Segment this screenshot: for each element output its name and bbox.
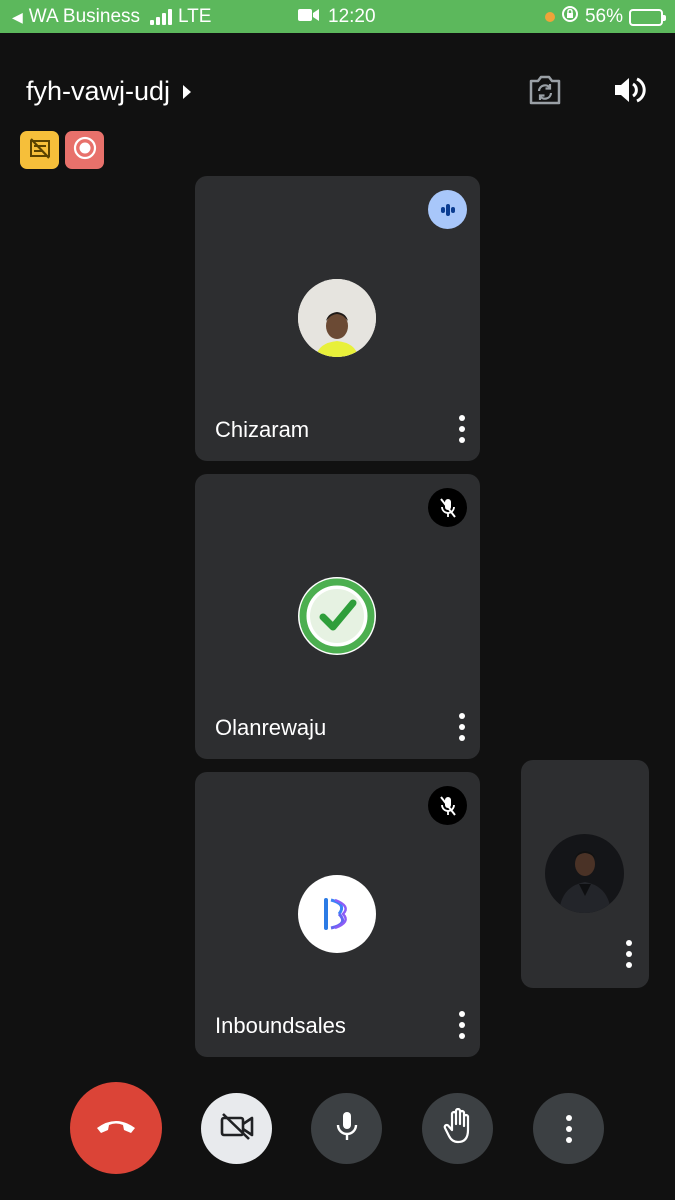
more-options-icon[interactable] — [623, 940, 635, 968]
rotation-lock-icon — [561, 5, 579, 29]
recording-badge[interactable] — [65, 131, 104, 169]
avatar — [298, 577, 376, 655]
status-bar-left[interactable]: ◀ WA Business LTE — [12, 6, 211, 28]
hang-up-icon — [95, 1116, 137, 1141]
back-app-label[interactable]: WA Business — [29, 6, 140, 28]
self-view-tile[interactable] — [521, 760, 649, 988]
no-captions-icon — [28, 136, 52, 165]
switch-camera-icon — [527, 74, 563, 111]
switch-camera-button[interactable] — [525, 72, 565, 112]
camera-toggle-button[interactable] — [201, 1093, 272, 1164]
avatar — [298, 279, 376, 357]
more-options-icon[interactable] — [456, 713, 468, 741]
more-options-button[interactable] — [533, 1093, 604, 1164]
clock: 12:20 — [328, 6, 376, 27]
participant-name: Inboundsales — [215, 1013, 346, 1038]
meeting-code[interactable]: fyh-vawj-udj — [26, 76, 170, 107]
status-bar-right: 56% — [544, 5, 666, 29]
battery-icon — [629, 8, 666, 26]
microphone-icon — [335, 1110, 359, 1147]
raise-hand-button[interactable] — [422, 1093, 493, 1164]
status-bar-center: 12:20 — [298, 6, 376, 28]
battery-percent: 56% — [584, 6, 623, 27]
participant-name: Chizaram — [215, 417, 310, 442]
participant-tile-chizaram[interactable]: Chizaram — [195, 176, 480, 461]
chevron-right-icon[interactable] — [182, 76, 192, 107]
raise-hand-icon — [443, 1107, 473, 1149]
avatar — [298, 875, 376, 953]
end-call-button[interactable] — [70, 1082, 162, 1174]
meeting-title[interactable]: fyh-vawj-udj — [26, 76, 192, 107]
signal-icon — [150, 9, 173, 25]
speaker-button[interactable] — [609, 72, 649, 112]
participant-tile-olanrewaju[interactable]: Olanrewaju — [195, 474, 480, 759]
camera-off-icon — [219, 1112, 255, 1145]
captions-off-badge[interactable] — [20, 131, 59, 169]
status-bar: ◀ WA Business LTE 12:20 56% — [0, 0, 675, 33]
participant-name: Olanrewaju — [215, 715, 327, 740]
microphone-button[interactable] — [311, 1093, 382, 1164]
more-vertical-icon — [565, 1114, 572, 1143]
mic-in-use-dot-icon — [544, 12, 555, 22]
speaker-icon — [612, 75, 646, 110]
back-arrow-icon[interactable]: ◀ — [12, 9, 23, 26]
speaking-indicator-icon — [428, 190, 467, 229]
mic-off-icon — [428, 488, 467, 527]
more-options-icon[interactable] — [456, 415, 468, 443]
participant-tile-inboundsales[interactable]: Inboundsales — [195, 772, 480, 1057]
mic-off-icon — [428, 786, 467, 825]
record-icon — [73, 136, 97, 165]
avatar — [545, 834, 624, 913]
more-options-icon[interactable] — [456, 1011, 468, 1039]
network-type: LTE — [178, 6, 212, 27]
video-camera-icon — [298, 6, 320, 28]
